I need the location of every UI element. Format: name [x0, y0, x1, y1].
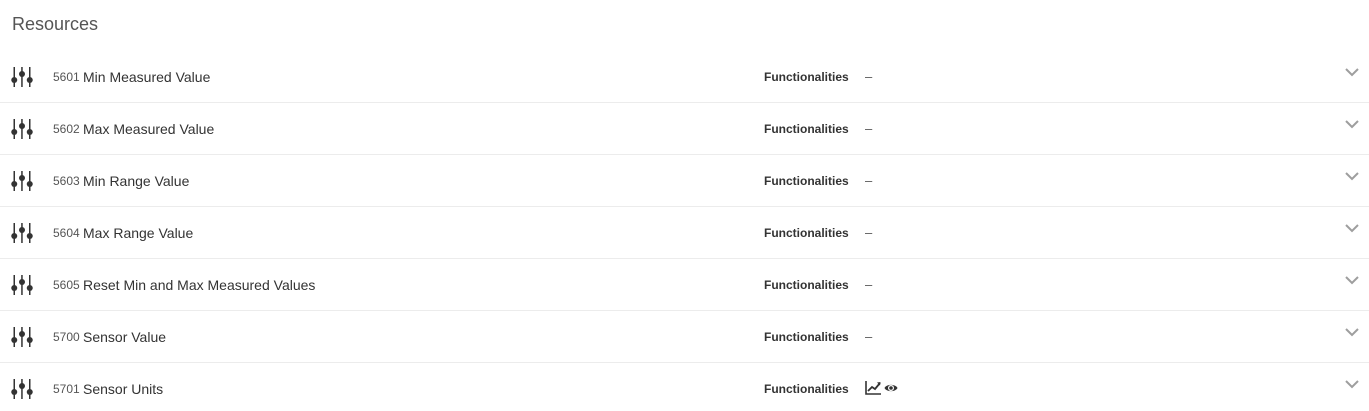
sliders-icon — [11, 67, 33, 87]
functionalities-icons — [865, 380, 898, 396]
resource-name: Sensor Units — [83, 381, 164, 397]
chevron-down-icon[interactable] — [1344, 222, 1360, 234]
functionalities-label: Functionalities — [764, 226, 849, 240]
functionalities-value: – — [865, 225, 873, 240]
resource-name: Reset Min and Max Measured Values — [83, 277, 316, 293]
sliders-icon — [11, 327, 33, 347]
resource-row[interactable]: 5602 Max Measured Value Functionalities … — [0, 103, 1369, 155]
resource-name: Min Range Value — [83, 173, 190, 189]
sliders-icon — [11, 379, 33, 399]
resource-row[interactable]: 5603 Min Range Value Functionalities – — [0, 155, 1369, 207]
functionalities-value: – — [865, 121, 873, 136]
resource-row[interactable]: 5604 Max Range Value Functionalities – — [0, 207, 1369, 259]
functionalities-label: Functionalities — [764, 70, 849, 84]
functionalities-label: Functionalities — [764, 174, 849, 188]
sliders-icon — [11, 119, 33, 139]
functionalities-label: Functionalities — [764, 330, 849, 344]
functionalities-value: – — [865, 277, 873, 292]
resources-page: Resources 5601 Min Measured Value Functi… — [0, 0, 1369, 411]
resource-id: 5605 — [53, 278, 80, 292]
functionalities-label: Functionalities — [764, 382, 849, 396]
sliders-icon — [11, 275, 33, 295]
resource-row[interactable]: 5701 Sensor Units Functionalities — [0, 363, 1369, 411]
chevron-down-icon[interactable] — [1344, 274, 1360, 286]
resource-name: Max Range Value — [83, 225, 194, 241]
resource-id: 5700 — [53, 330, 80, 344]
eye-icon[interactable] — [884, 382, 898, 394]
resource-id: 5701 — [53, 382, 80, 396]
functionalities-value: – — [865, 329, 873, 344]
resource-name: Max Measured Value — [83, 121, 215, 137]
resource-row[interactable]: 5605 Reset Min and Max Measured Values F… — [0, 259, 1369, 311]
chevron-down-icon[interactable] — [1344, 326, 1360, 338]
resource-id: 5604 — [53, 226, 80, 240]
chevron-down-icon[interactable] — [1344, 118, 1360, 130]
resource-name: Min Measured Value — [83, 69, 211, 85]
functionalities-label: Functionalities — [764, 122, 849, 136]
chevron-down-icon[interactable] — [1344, 170, 1360, 182]
section-title: Resources — [12, 14, 99, 34]
chevron-down-icon[interactable] — [1344, 66, 1360, 78]
resource-id: 5602 — [53, 122, 80, 136]
functionalities-value: – — [865, 173, 873, 188]
sliders-icon — [11, 171, 33, 191]
resources-list: 5601 Min Measured Value Functionalities … — [0, 51, 1369, 411]
resource-row[interactable]: 5700 Sensor Value Functionalities – — [0, 311, 1369, 363]
sliders-icon — [11, 223, 33, 243]
resource-name: Sensor Value — [83, 329, 167, 345]
chevron-down-icon[interactable] — [1344, 378, 1360, 390]
resource-row[interactable]: 5601 Min Measured Value Functionalities … — [0, 51, 1369, 103]
resource-id: 5603 — [53, 174, 80, 188]
line-chart-icon[interactable] — [865, 381, 881, 395]
functionalities-value: – — [865, 69, 873, 84]
functionalities-label: Functionalities — [764, 278, 849, 292]
resource-id: 5601 — [53, 70, 80, 84]
